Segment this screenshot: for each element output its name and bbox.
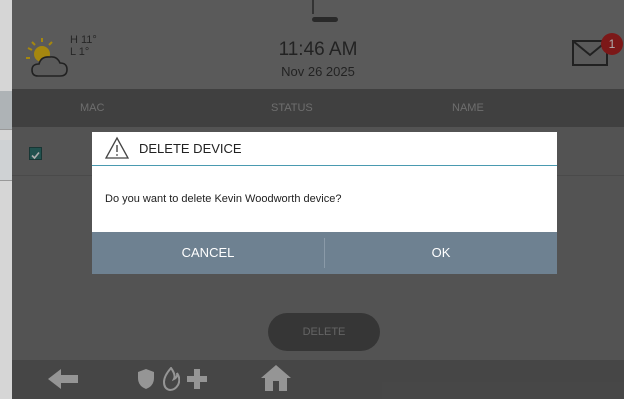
clock-date: Nov 26 2025: [281, 64, 355, 79]
ok-button[interactable]: OK: [325, 232, 557, 274]
clock-time: 11:46 AM: [278, 39, 358, 60]
delete-button[interactable]: DELETE: [268, 313, 380, 351]
dialog-message: Do you want to delete Kevin Woodworth de…: [105, 193, 342, 205]
status-header: H 11° L 1° 11:46 AM Nov 26 2025 1: [12, 0, 624, 89]
back-arrow-icon[interactable]: [48, 368, 80, 390]
device-table-header: MAC STATUS NAME: [12, 89, 624, 127]
background-window-edge: [312, 0, 314, 14]
fire-icon[interactable]: [162, 367, 180, 391]
home-icon[interactable]: [260, 364, 292, 392]
medical-cross-icon[interactable]: [186, 368, 208, 390]
unread-badge: 1: [601, 33, 623, 55]
dialog-title: DELETE DEVICE: [139, 141, 242, 156]
bottom-nav: [12, 360, 624, 399]
delete-device-dialog: DELETE DEVICE Do you want to delete Kevi…: [92, 132, 557, 274]
cancel-button[interactable]: CANCEL: [92, 232, 324, 274]
warning-icon: [104, 136, 130, 159]
device-screen: H 11° L 1° 11:46 AM Nov 26 2025 1 MAC ST…: [12, 0, 624, 399]
dialog-button-bar: CANCEL OK: [92, 232, 557, 274]
column-status: STATUS: [271, 102, 313, 114]
shield-icon[interactable]: [137, 368, 155, 390]
pull-down-handle[interactable]: [312, 17, 338, 22]
column-mac: MAC: [80, 102, 105, 114]
dialog-header: DELETE DEVICE: [92, 132, 557, 166]
checkmark-icon: [31, 151, 40, 160]
row-checkbox[interactable]: [29, 147, 42, 160]
column-name: NAME: [452, 102, 484, 114]
